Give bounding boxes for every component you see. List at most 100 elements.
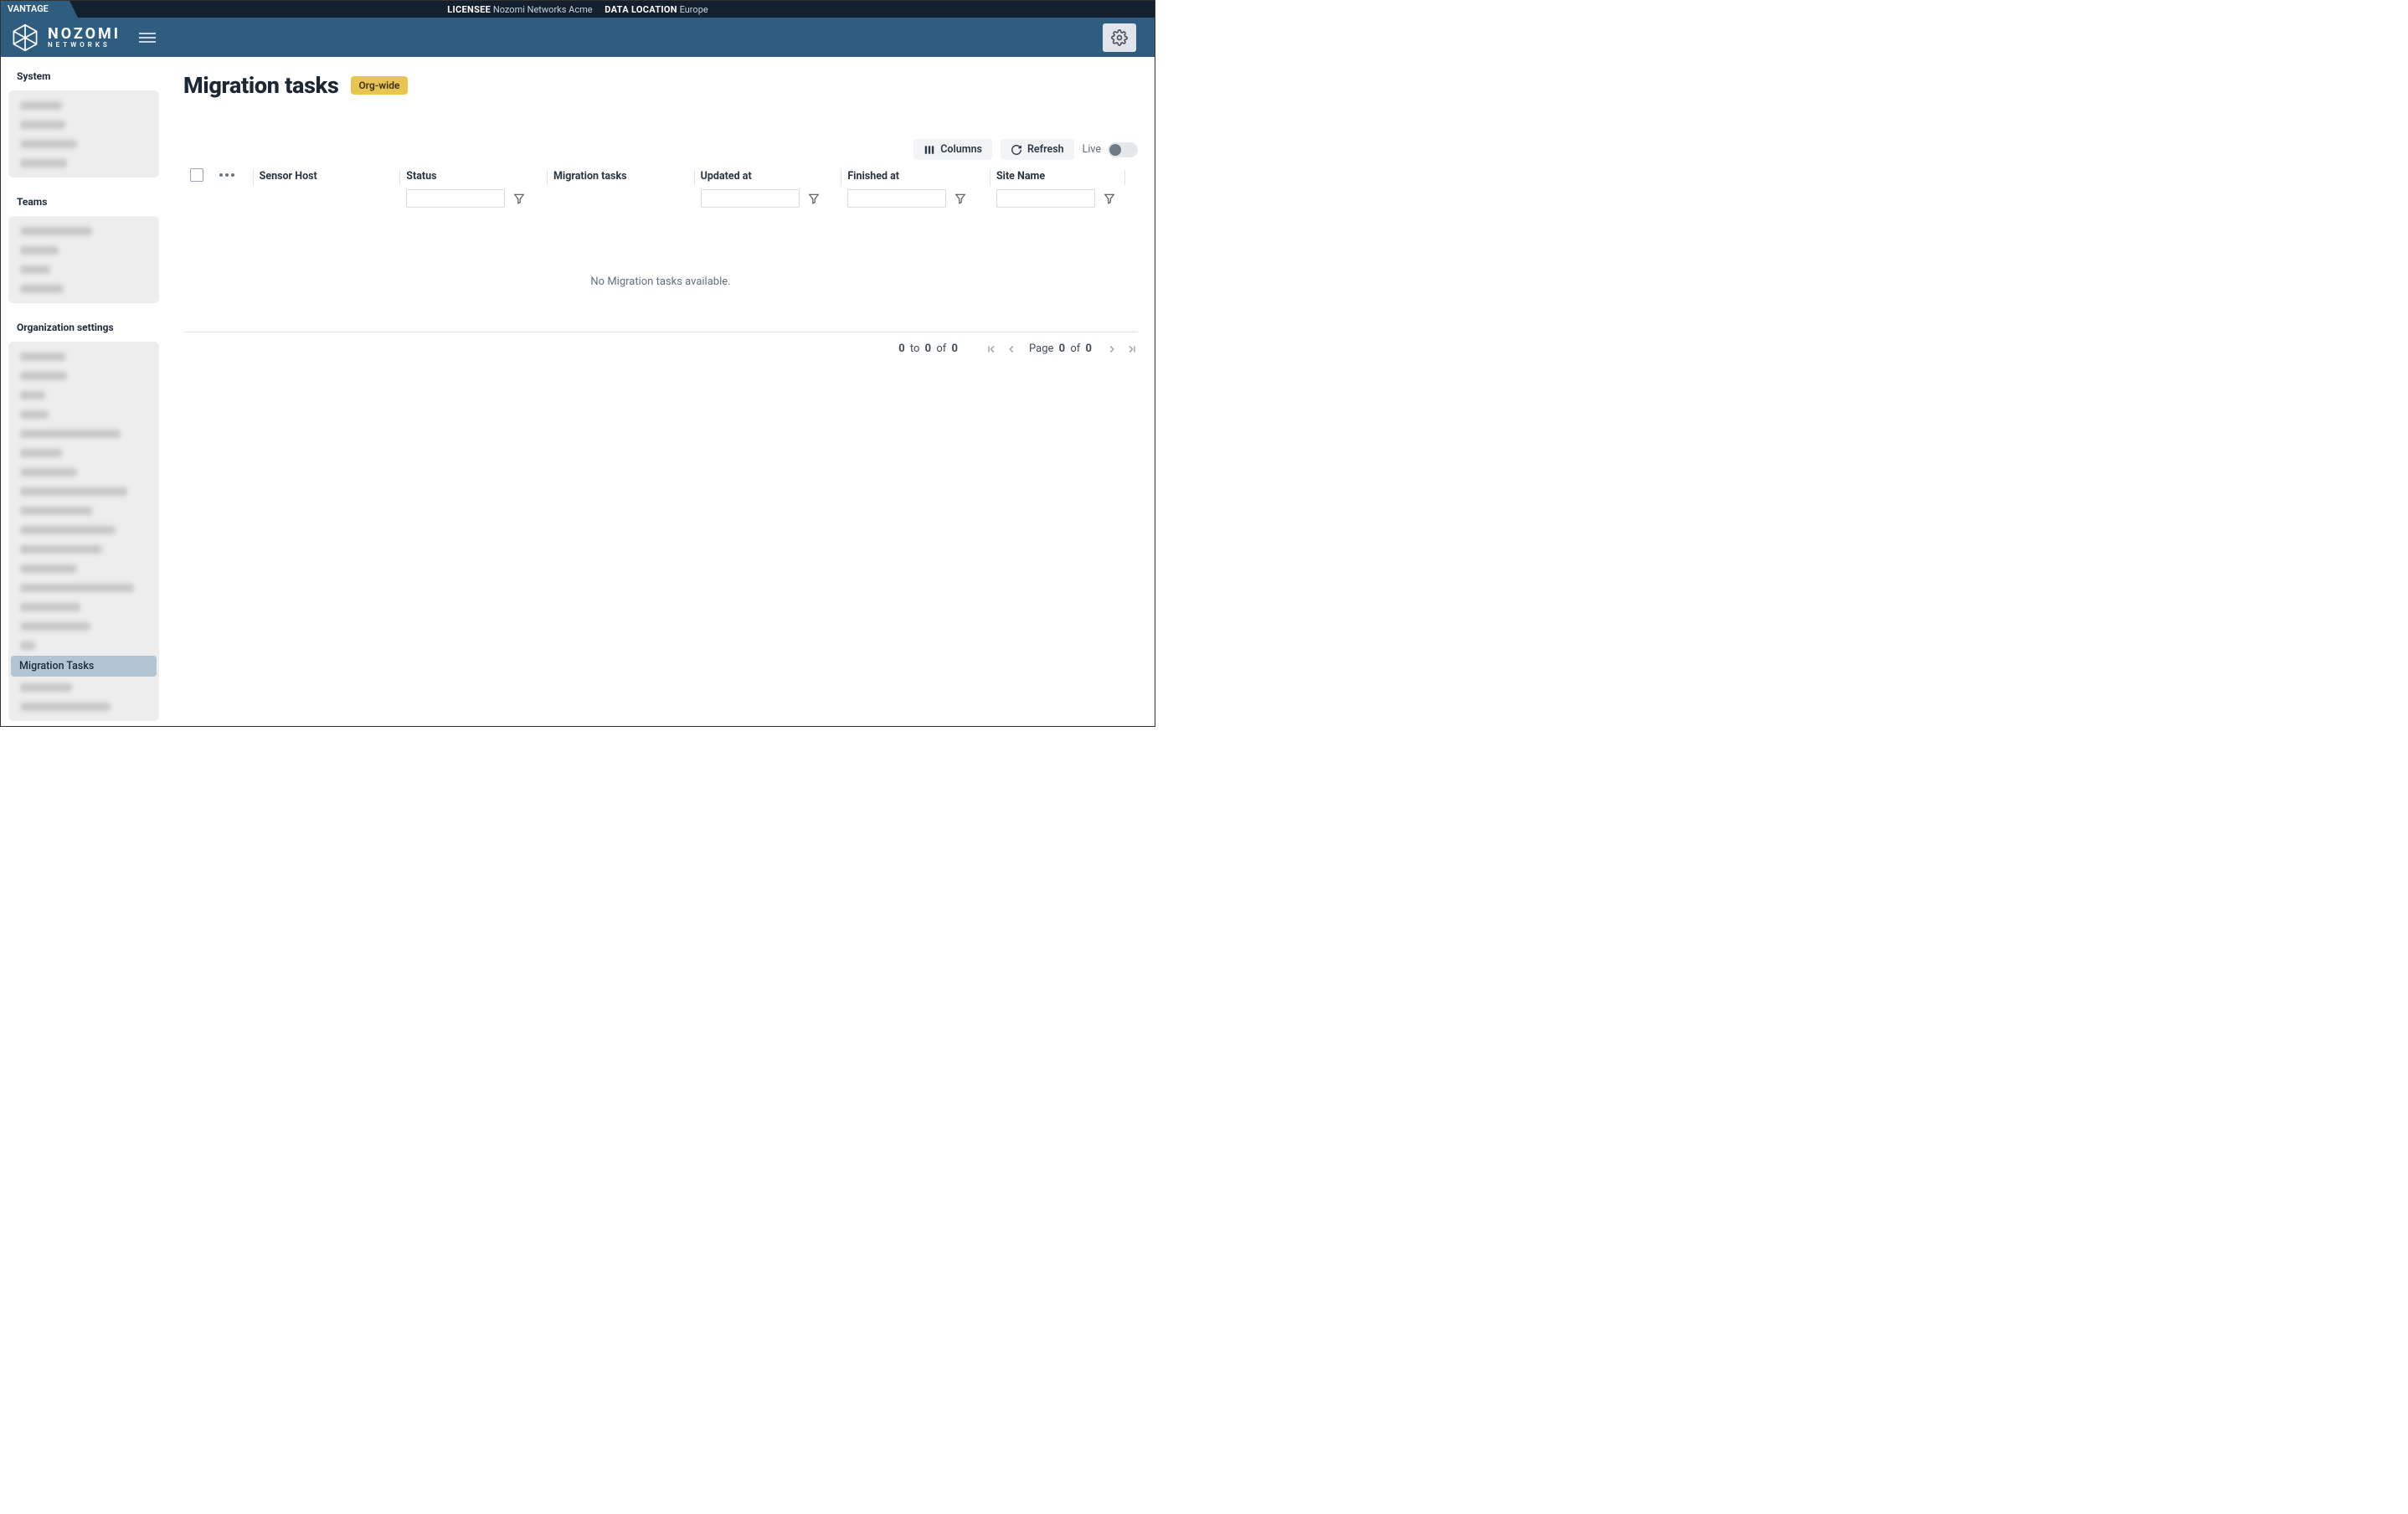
live-toggle[interactable] <box>1108 142 1138 157</box>
col-status[interactable]: Status <box>399 167 547 208</box>
sidebar-item-blurred[interactable] <box>10 481 157 501</box>
logo-line1: NOZOMI <box>48 27 121 42</box>
table-toolbar: Columns Refresh Live <box>183 139 1138 160</box>
status-filter-input[interactable] <box>406 189 505 208</box>
filter-icon[interactable] <box>513 193 525 204</box>
columns-button[interactable]: Columns <box>913 139 992 160</box>
sidebar-section-system: System <box>6 65 162 90</box>
filter-icon[interactable] <box>1104 193 1115 204</box>
sidebar-group-org: Migration Tasks <box>8 342 159 721</box>
sidebar-item-blurred[interactable] <box>10 559 157 578</box>
chevron-right-icon <box>1106 343 1118 355</box>
sidebar-item-blurred[interactable] <box>10 404 157 424</box>
logo-text: NOZOMI NETWORKS <box>48 27 121 49</box>
sidebar-item-blurred[interactable] <box>10 520 157 539</box>
sidebar-item-blurred[interactable] <box>10 134 157 153</box>
filter-icon[interactable] <box>954 193 966 204</box>
data-location-label: DATA LOCATION <box>605 4 677 15</box>
row-actions-column <box>213 167 252 177</box>
filter-icon[interactable] <box>808 193 820 204</box>
pagination-page: Page 0 of 0 <box>1029 342 1094 355</box>
sidebar-item-blurred[interactable] <box>10 240 157 260</box>
topbar-center: LICENSEE Nozomi Networks Acme DATA LOCAT… <box>447 4 707 15</box>
sidebar-item-blurred[interactable] <box>10 616 157 636</box>
col-finished-at-label: Finished at <box>847 170 983 183</box>
refresh-button[interactable]: Refresh <box>1001 139 1074 160</box>
refresh-icon <box>1011 144 1022 156</box>
sidebar-item-blurred[interactable] <box>10 221 157 240</box>
sidebar-item-blurred[interactable] <box>10 597 157 616</box>
col-site-name[interactable]: Site Name <box>990 167 1124 208</box>
sidebar-item-blurred[interactable] <box>10 443 157 462</box>
main-content: Migration tasks Org-wide Columns Refresh… <box>167 57 1155 726</box>
sidebar-group-system <box>8 90 159 178</box>
col-sensor-host-label: Sensor Host <box>260 170 394 183</box>
menu-hamburger-icon[interactable] <box>139 30 156 45</box>
chevron-last-icon <box>1126 343 1138 355</box>
page-title: Migration tasks <box>183 72 339 99</box>
page-first-button[interactable] <box>985 343 997 355</box>
col-finished-at[interactable]: Finished at <box>841 167 990 208</box>
sidebar-item-migration-tasks[interactable]: Migration Tasks <box>11 656 157 677</box>
sidebar-item-blurred[interactable] <box>10 385 157 404</box>
sidebar-item-blurred[interactable] <box>10 366 157 385</box>
gear-icon <box>1111 29 1128 46</box>
toggle-knob <box>1109 144 1121 156</box>
licensee-value: Nozomi Networks Acme <box>493 4 593 15</box>
licensee-label: LICENSEE <box>447 4 491 15</box>
col-migration-tasks-label: Migration tasks <box>553 170 687 183</box>
col-end <box>1124 167 1138 170</box>
pagination: 0 to 0 of 0 Page 0 of <box>183 332 1138 355</box>
row-actions-menu[interactable] <box>219 172 245 177</box>
columns-icon <box>924 144 935 156</box>
sidebar-item-blurred[interactable] <box>10 462 157 481</box>
site-name-filter-input[interactable] <box>996 189 1095 208</box>
topbar: VANTAGE LICENSEE Nozomi Networks Acme DA… <box>1 1 1155 18</box>
columns-label: Columns <box>940 143 982 156</box>
logo-icon <box>9 23 41 52</box>
select-all-column <box>183 167 213 182</box>
sidebar-item-blurred[interactable] <box>10 279 157 298</box>
logo-line2: NETWORKS <box>48 42 121 49</box>
sidebar-item-blurred[interactable] <box>10 697 157 716</box>
sidebar-item-blurred[interactable] <box>10 578 157 597</box>
headerbar: NOZOMI NETWORKS <box>1 18 1155 57</box>
sidebar-group-teams <box>8 216 159 303</box>
chevron-left-icon <box>1006 343 1017 355</box>
refresh-label: Refresh <box>1027 143 1064 156</box>
live-label: Live <box>1083 143 1101 156</box>
updated-at-filter-input[interactable] <box>701 189 800 208</box>
select-all-checkbox[interactable] <box>190 168 203 182</box>
sidebar-item-blurred[interactable] <box>10 260 157 279</box>
finished-at-filter-input[interactable] <box>847 189 946 208</box>
page-prev-button[interactable] <box>1006 343 1017 355</box>
sidebar: System Teams Organization settings Migra… <box>1 57 167 726</box>
sidebar-item-blurred[interactable] <box>10 501 157 520</box>
logo[interactable]: NOZOMI NETWORKS <box>9 23 121 52</box>
col-status-label: Status <box>406 170 540 183</box>
sidebar-item-blurred[interactable] <box>10 95 157 115</box>
col-updated-at[interactable]: Updated at <box>694 167 841 208</box>
sidebar-item-blurred[interactable] <box>10 539 157 559</box>
table-header: Sensor Host Status Migration tasks Updat… <box>183 167 1138 212</box>
col-site-name-label: Site Name <box>996 170 1118 183</box>
pagination-range: 0 to 0 of 0 <box>898 342 960 355</box>
sidebar-item-blurred[interactable] <box>10 115 157 134</box>
sidebar-item-blurred[interactable] <box>10 636 157 655</box>
settings-button[interactable] <box>1103 23 1136 52</box>
col-migration-tasks[interactable]: Migration tasks <box>547 167 694 183</box>
page-next-button[interactable] <box>1106 343 1118 355</box>
sidebar-item-blurred[interactable] <box>10 153 157 173</box>
chevron-first-icon <box>985 343 997 355</box>
sidebar-item-blurred[interactable] <box>10 347 157 366</box>
page-last-button[interactable] <box>1126 343 1138 355</box>
scope-badge: Org-wide <box>351 76 409 95</box>
sidebar-item-blurred[interactable] <box>10 424 157 443</box>
table-empty-state: No Migration tasks available. <box>183 212 1138 332</box>
sidebar-item-blurred[interactable] <box>10 677 157 697</box>
sidebar-section-org: Organization settings <box>6 317 162 342</box>
sidebar-section-teams: Teams <box>6 191 162 216</box>
col-sensor-host[interactable]: Sensor Host <box>253 167 400 183</box>
topbar-vantage-tab[interactable]: VANTAGE <box>1 1 78 18</box>
col-updated-at-label: Updated at <box>701 170 835 183</box>
